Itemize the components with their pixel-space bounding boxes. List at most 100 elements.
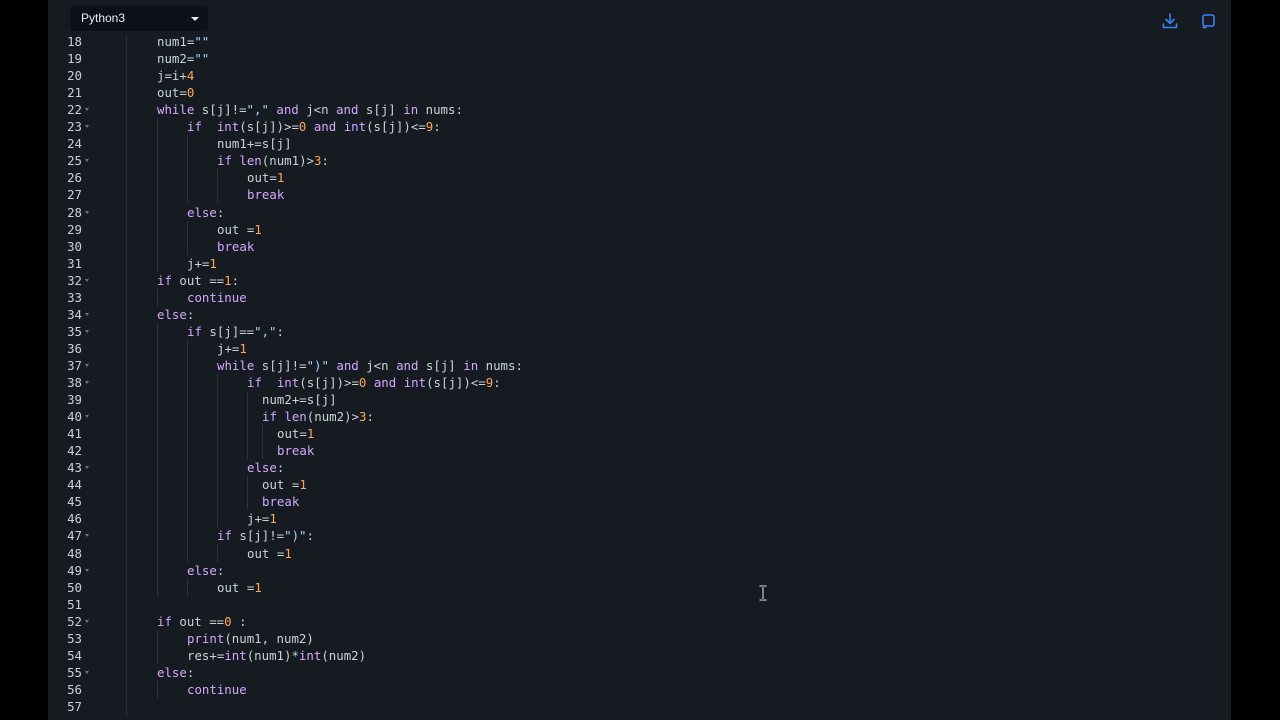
code-line[interactable]: 36 j+=1 [48, 340, 1231, 357]
code-line[interactable]: 19 num2="" [48, 50, 1231, 67]
code-text: out=1 [277, 425, 314, 442]
line-number: 23 [67, 119, 82, 135]
code-line[interactable]: 34 else: [48, 306, 1231, 323]
code-token: continue [187, 289, 247, 305]
fold-chevron-icon[interactable] [85, 670, 89, 674]
code-line[interactable]: 31 j+=1 [48, 255, 1231, 272]
code-line[interactable]: 39 num2+=s[j] [48, 391, 1231, 408]
line-number: 19 [67, 51, 82, 67]
code-line[interactable]: 20 j=i+4 [48, 67, 1231, 84]
code-line[interactable]: 27 break [48, 186, 1231, 203]
code-token: j+= [247, 511, 270, 527]
code-text: out=0 [157, 84, 194, 101]
fold-chevron-icon[interactable] [85, 415, 89, 419]
code-text: j+=1 [217, 340, 247, 357]
code-line[interactable]: 23 if int(s[j])>=0 and int(s[j])<=9: [48, 118, 1231, 135]
code-line[interactable]: 24 num1+=s[j] [48, 135, 1231, 152]
line-number: 56 [67, 681, 82, 697]
fold-chevron-icon[interactable] [85, 534, 89, 538]
code-line[interactable]: 29 out =1 [48, 221, 1231, 238]
fold-chevron-icon[interactable] [85, 329, 89, 333]
fold-chevron-icon[interactable] [85, 363, 89, 367]
code-token: and [396, 357, 419, 373]
code-text: if len(num2)>3: [262, 408, 374, 425]
code-line[interactable]: 30 break [48, 238, 1231, 255]
code-line[interactable]: 56 continue [48, 681, 1231, 698]
code-line[interactable]: 22 while s[j]!="," and j<n and s[j] in nu… [48, 101, 1231, 118]
code-line[interactable]: 53 print(num1, num2) [48, 630, 1231, 647]
code-token: : [216, 204, 225, 220]
code-token: (s[j])<= [366, 119, 426, 135]
code-text: if int(s[j])>=0 and int(s[j])<=9: [247, 374, 501, 391]
download-icon[interactable] [1161, 12, 1179, 30]
fold-chevron-icon[interactable] [85, 125, 89, 129]
line-number: 34 [67, 306, 82, 322]
code-token: 1 [209, 255, 217, 271]
code-token: : [306, 528, 314, 544]
fold-chevron-icon[interactable] [85, 381, 89, 384]
code-token: "" [194, 51, 210, 67]
code-line[interactable]: 57 [48, 698, 1231, 715]
code-line[interactable]: 25 if len(num1)>3: [48, 152, 1231, 169]
indent-guide [157, 629, 158, 664]
code-line[interactable]: 47 if s[j]!=")": [48, 527, 1231, 544]
code-token: : [493, 375, 501, 390]
code-token: s[j]!= [254, 357, 307, 373]
fold-chevron-icon[interactable] [85, 210, 89, 214]
code-line[interactable]: 21 out=0 [48, 84, 1231, 101]
code-editor[interactable]: Python3 18 num1="" 19 num2="" 20 j=i+4 21 out=0… [48, 0, 1231, 720]
code-line[interactable]: 48 out =1 [48, 545, 1231, 562]
code-line[interactable]: 49 else: [48, 562, 1231, 579]
fold-chevron-icon[interactable] [85, 159, 89, 163]
code-line[interactable]: 52 if out ==0 : [48, 613, 1231, 630]
language-select-label: Python3 [81, 11, 126, 25]
code-line[interactable]: 26 out=1 [48, 169, 1231, 186]
code-line[interactable]: 45 break [48, 493, 1231, 510]
fold-chevron-icon[interactable] [85, 466, 89, 470]
line-number: 53 [67, 630, 82, 646]
code-token: out= [277, 426, 307, 442]
code-token: : [366, 409, 374, 425]
code-token: : [231, 272, 240, 288]
fold-chevron-icon[interactable] [85, 278, 89, 282]
code-token: num1+=s[j] [217, 136, 292, 152]
code-line[interactable]: 54 res+=int(num1)*int(num2) [48, 647, 1231, 664]
fold-chevron-icon[interactable] [85, 619, 89, 623]
code-line[interactable]: 40 if len(num2)>3: [48, 408, 1231, 425]
line-number: 42 [67, 443, 82, 459]
code-line[interactable]: 33 continue [48, 289, 1231, 306]
fold-chevron-icon[interactable] [85, 312, 89, 316]
code-token: in [463, 357, 479, 373]
line-number: 31 [67, 255, 82, 271]
code-token: s[j]== [201, 323, 255, 339]
code-text: else: [247, 459, 284, 476]
code-line[interactable]: 44 out =1 [48, 476, 1231, 493]
code-token: ")" [284, 528, 307, 544]
code-line[interactable]: 41 out=1 [48, 425, 1231, 442]
code-token: while [157, 102, 195, 118]
code-token: and [328, 357, 359, 373]
fold-chevron-icon[interactable] [85, 108, 89, 112]
code-line[interactable]: 43 else: [48, 459, 1231, 476]
line-number: 30 [67, 238, 82, 254]
code-token: int [403, 375, 427, 390]
line-number: 35 [67, 323, 82, 339]
code-line[interactable]: 28 else: [48, 204, 1231, 221]
code-line[interactable]: 50 out =1 [48, 579, 1231, 596]
code-line[interactable]: 37 while s[j]!=")" and j<n and s[j] in nu… [48, 357, 1231, 374]
fold-chevron-icon[interactable] [85, 568, 89, 572]
code-line[interactable]: 35 if s[j]==",": [48, 323, 1231, 340]
code-token: out= [157, 85, 187, 101]
indent-guide [157, 680, 158, 698]
code-line[interactable]: 51 [48, 596, 1231, 613]
code-line[interactable]: 55 else: [48, 664, 1231, 681]
code-line[interactable]: 46 j+=1 [48, 510, 1231, 527]
expand-icon[interactable] [1200, 12, 1218, 30]
code-token: 1 [299, 477, 307, 493]
code-token: 1 [239, 340, 247, 356]
code-line[interactable]: 42 break [48, 442, 1231, 459]
language-select[interactable]: Python3 [70, 6, 208, 31]
line-number: 28 [67, 204, 82, 220]
code-line[interactable]: 38 if int(s[j])>=0 and int(s[j])<=9: [48, 374, 1231, 391]
code-line[interactable]: 32 if out ==1: [48, 272, 1231, 289]
